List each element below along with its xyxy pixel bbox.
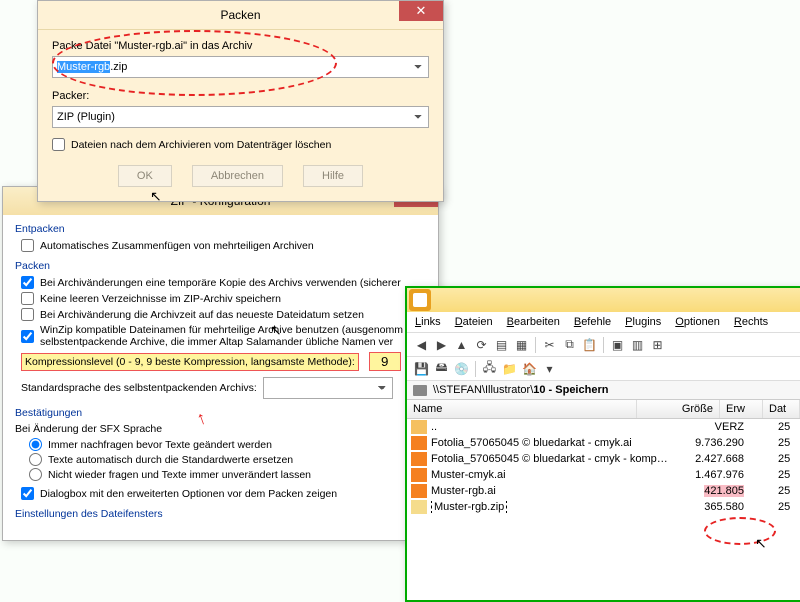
- ok-button[interactable]: OK: [118, 165, 172, 187]
- drive-a-icon[interactable]: 💾: [413, 360, 430, 377]
- sfx-lang-select[interactable]: [263, 377, 393, 399]
- file-row[interactable]: Muster-rgb.ai421.80525: [407, 483, 800, 499]
- group-pack: Packen: [15, 260, 426, 272]
- paste-icon[interactable]: 📋: [581, 336, 598, 353]
- menu-links[interactable]: Links: [415, 316, 441, 328]
- pack-dialog: Packen ✕ Packe Datei "Muster-rgb.ai" in …: [37, 0, 444, 202]
- nav-up-icon[interactable]: ▲: [453, 336, 470, 353]
- menu-optionen[interactable]: Optionen: [675, 316, 720, 328]
- radio-auto[interactable]: [29, 453, 42, 466]
- file-row[interactable]: Muster-cmyk.ai1.467.97625: [407, 467, 800, 483]
- pack-title: Packen: [220, 8, 260, 22]
- tool2-icon[interactable]: ▥: [629, 336, 646, 353]
- file-icon: [411, 452, 427, 466]
- compression-level-label: Kompressionslevel (0 - 9, 9 beste Kompre…: [21, 353, 359, 371]
- group-confirm: Bestätigungen: [15, 407, 426, 419]
- net-icon[interactable]: 🖧: [481, 360, 498, 377]
- file-row[interactable]: Fotolia_57065045 © bluedarkat - cmyk.ai9…: [407, 435, 800, 451]
- docs-icon[interactable]: 📁: [501, 360, 518, 377]
- menu-bearbeiten[interactable]: Bearbeiten: [507, 316, 560, 328]
- more-icon[interactable]: ▾: [541, 360, 558, 377]
- nav-fwd-icon[interactable]: ▶: [433, 336, 450, 353]
- menu-plugins[interactable]: Plugins: [625, 316, 661, 328]
- drive-c-icon[interactable]: 🖴: [433, 360, 450, 377]
- group-unpack: Entpacken: [15, 223, 426, 235]
- file-row[interactable]: Muster-rgb.zip365.58025: [407, 499, 800, 515]
- menu-befehle[interactable]: Befehle: [574, 316, 611, 328]
- home-icon[interactable]: 🏠: [521, 360, 538, 377]
- compression-level-input[interactable]: [369, 352, 401, 371]
- autojoin-checkbox[interactable]: [21, 239, 34, 252]
- tool3-icon[interactable]: ⊞: [649, 336, 666, 353]
- file-list: ..VERZ25Fotolia_57065045 © bluedarkat - …: [407, 419, 800, 515]
- fm-menubar: Links Dateien Bearbeiten Befehle Plugins Opti…: [407, 312, 800, 333]
- pack-titlebar[interactable]: Packen ✕: [38, 1, 443, 30]
- archive-label: Packe Datei "Muster-rgb.ai" in das Archi…: [52, 40, 429, 52]
- dialogext-checkbox[interactable]: [21, 487, 34, 500]
- cut-icon[interactable]: ✂: [541, 336, 558, 353]
- file-row[interactable]: Fotolia_57065045 © bluedarkat - cmyk - k…: [407, 451, 800, 467]
- radio-never[interactable]: [29, 468, 42, 481]
- fm-toolbar2: 💾 🖴 💿 🖧 📁 🏠 ▾: [407, 357, 800, 381]
- archive-filename-input[interactable]: Muster-rgb.zip: [52, 56, 429, 78]
- file-icon: [411, 500, 427, 514]
- noempty-checkbox[interactable]: [21, 292, 34, 305]
- radio-ask[interactable]: [29, 438, 42, 451]
- tool1-icon[interactable]: ▣: [609, 336, 626, 353]
- archtime-checkbox[interactable]: [21, 308, 34, 321]
- view2-icon[interactable]: ▦: [513, 336, 530, 353]
- file-manager: Links Dateien Bearbeiten Befehle Plugins Opti…: [405, 286, 800, 602]
- file-icon: [411, 420, 427, 434]
- nav-back-icon[interactable]: ◀: [413, 336, 430, 353]
- menu-rechts[interactable]: Rechts: [734, 316, 768, 328]
- menu-dateien[interactable]: Dateien: [455, 316, 493, 328]
- drive-d-icon[interactable]: 💿: [453, 360, 470, 377]
- fm-titlebar[interactable]: [407, 288, 800, 312]
- group-filewin: Einstellungen des Dateifensters: [15, 508, 426, 520]
- packer-select[interactable]: ZIP (Plugin): [52, 106, 429, 128]
- column-headers[interactable]: Name Größe Erw Dat: [407, 400, 800, 419]
- close-icon[interactable]: ✕: [399, 1, 443, 21]
- tempcopy-checkbox[interactable]: [21, 276, 34, 289]
- sfx-change-label: Bei Änderung der SFX Sprache: [15, 423, 426, 435]
- zip-config-dialog: ZIP - Konfiguration ✕ Entpacken Automati…: [2, 186, 439, 541]
- path-bar[interactable]: \\STEFAN\Illustrator\10 - Speichern: [407, 381, 800, 400]
- file-icon: [411, 436, 427, 450]
- help-button[interactable]: Hilfe: [303, 165, 363, 187]
- delete-after-checkbox[interactable]: [52, 138, 65, 151]
- winzip-checkbox[interactable]: [21, 330, 34, 343]
- refresh-icon[interactable]: ⟳: [473, 336, 490, 353]
- file-row[interactable]: ..VERZ25: [407, 419, 800, 435]
- fm-toolbar: ◀ ▶ ▲ ⟳ ▤ ▦ ✂ ⧉ 📋 ▣ ▥ ⊞: [407, 333, 800, 357]
- drive-icon: [413, 385, 427, 396]
- file-icon: [411, 484, 427, 498]
- cancel-button[interactable]: Abbrechen: [192, 165, 283, 187]
- app-icon: [409, 289, 431, 311]
- copy-icon[interactable]: ⧉: [561, 336, 578, 353]
- file-icon: [411, 468, 427, 482]
- packer-label: Packer:: [52, 90, 429, 102]
- view-icon[interactable]: ▤: [493, 336, 510, 353]
